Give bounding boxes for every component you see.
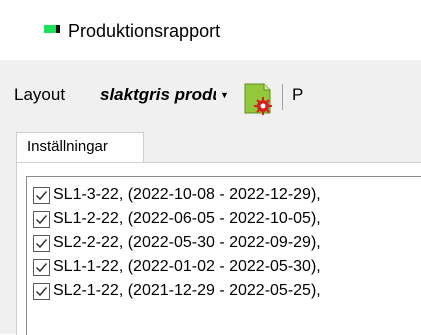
list-item-label: SL2-1-22, (2021-12-29 - 2022-05-25), bbox=[53, 282, 321, 299]
layout-dropdown-value: slaktgris produktion bbox=[100, 85, 216, 104]
list-item[interactable]: SL2-2-22, (2022-05-30 - 2022-09-29), bbox=[31, 231, 421, 255]
check-icon bbox=[35, 215, 48, 225]
checkbox[interactable] bbox=[33, 211, 50, 228]
list-item-label: SL1-3-22, (2022-10-08 - 2022-12-29), bbox=[53, 186, 321, 203]
list-item[interactable]: SL1-2-22, (2022-06-05 - 2022-10-05), bbox=[31, 207, 421, 231]
list-item-label: SL1-2-22, (2022-06-05 - 2022-10-05), bbox=[53, 210, 321, 227]
toolbar-next-label[interactable]: P bbox=[292, 84, 303, 106]
checkbox[interactable] bbox=[33, 235, 50, 252]
app-icon bbox=[44, 25, 60, 33]
checkbox[interactable] bbox=[33, 283, 50, 300]
title-bar: Produktionsrapport bbox=[0, 0, 421, 60]
report-settings-button[interactable] bbox=[242, 82, 274, 116]
check-icon bbox=[35, 239, 48, 249]
list-item[interactable]: SL2-1-22, (2021-12-29 - 2022-05-25), bbox=[31, 279, 421, 303]
list-item[interactable]: SL1-3-22, (2022-10-08 - 2022-12-29), bbox=[31, 183, 421, 207]
toolbar-separator bbox=[282, 84, 283, 110]
list-item-label: SL2-2-22, (2022-05-30 - 2022-09-29), bbox=[53, 234, 321, 251]
window-title: Produktionsrapport bbox=[68, 21, 221, 41]
check-icon bbox=[35, 191, 48, 201]
checkbox[interactable] bbox=[33, 187, 50, 204]
check-icon bbox=[35, 287, 48, 297]
layout-label: Layout bbox=[14, 85, 66, 104]
batch-list[interactable]: SL1-3-22, (2022-10-08 - 2022-12-29), SL1… bbox=[26, 176, 421, 335]
check-icon bbox=[35, 263, 48, 273]
list-item-label: SL1-1-22, (2022-01-02 - 2022-05-30), bbox=[53, 258, 321, 275]
tab-label: Inställningar bbox=[27, 138, 108, 155]
list-item[interactable]: SL1-1-22, (2022-01-02 - 2022-05-30), bbox=[31, 255, 421, 279]
chevron-down-icon[interactable]: ▼ bbox=[220, 90, 229, 100]
report-settings-icon bbox=[244, 83, 272, 115]
checkbox[interactable] bbox=[33, 259, 50, 276]
tab-installningar[interactable]: Inställningar bbox=[16, 132, 144, 163]
layout-dropdown[interactable]: slaktgris produktion ▼ bbox=[96, 82, 238, 108]
